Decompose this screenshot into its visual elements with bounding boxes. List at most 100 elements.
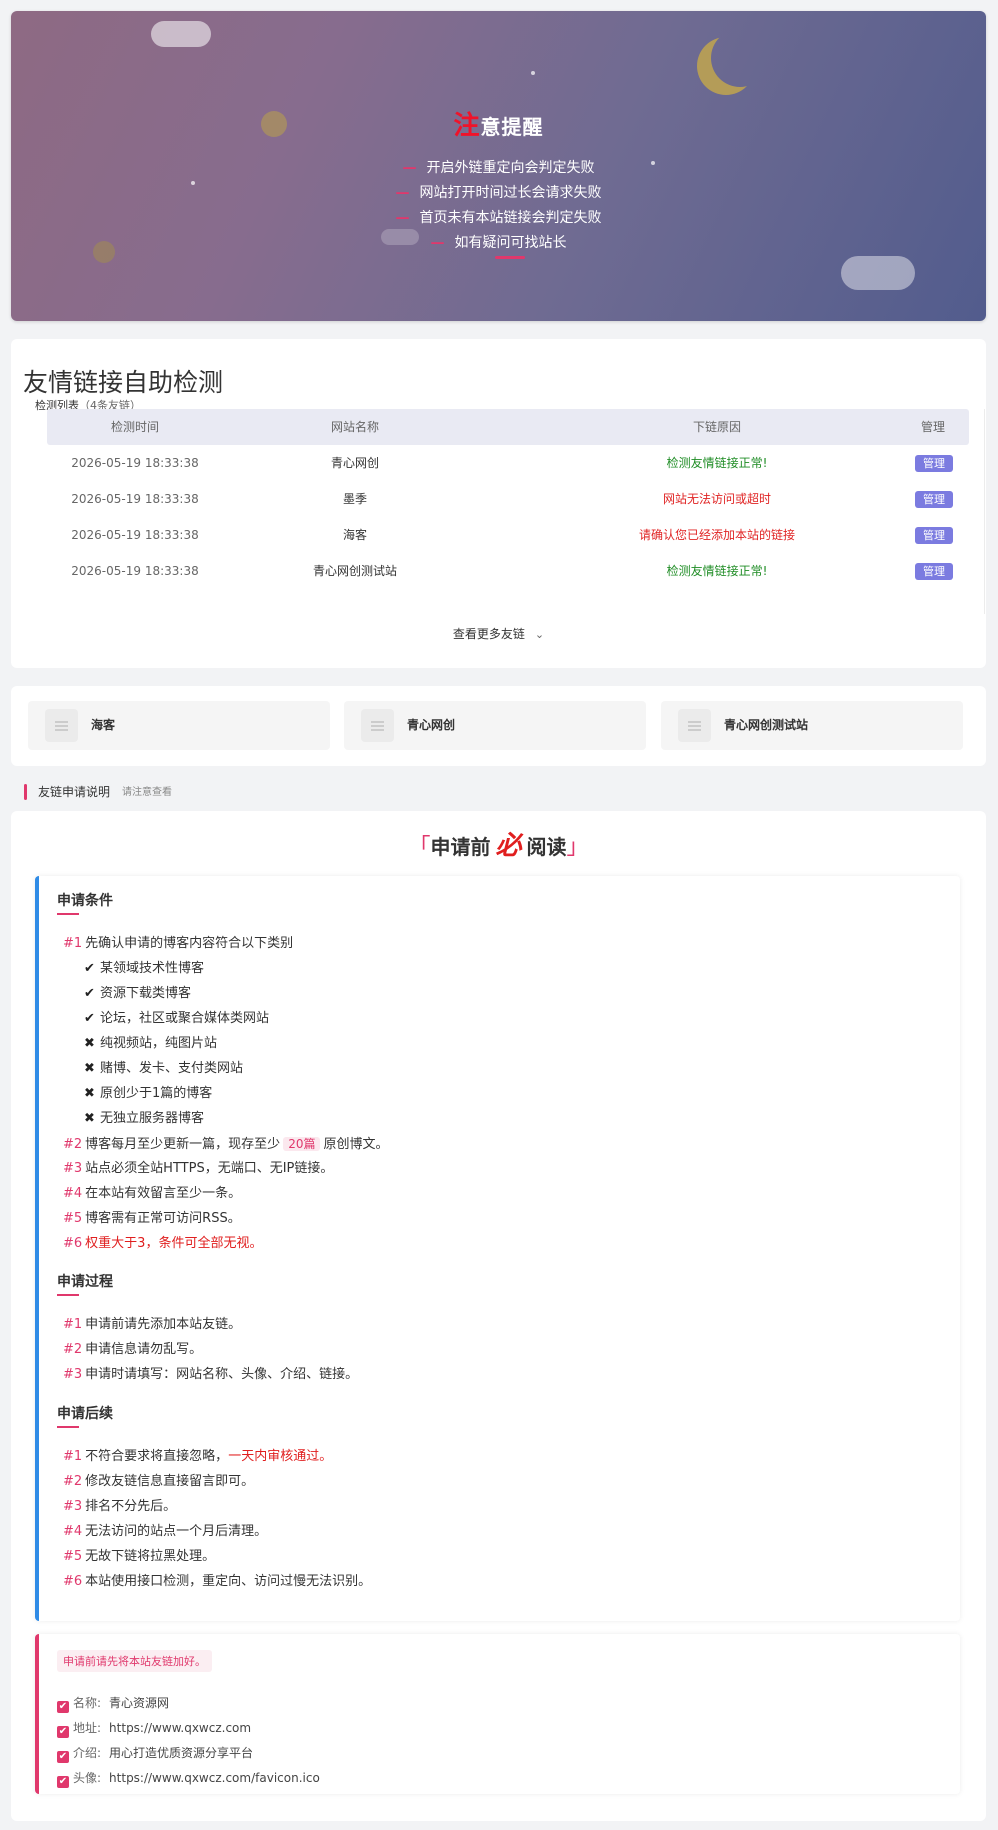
row-reason: 请确认您已经添加本站的链接 bbox=[638, 528, 795, 542]
chevron-down-icon: ⌄ bbox=[534, 628, 545, 641]
friend-link-tile[interactable]: 海客 bbox=[28, 701, 330, 750]
section-title: 友链申请说明 bbox=[38, 785, 111, 799]
rule-num: #1 bbox=[63, 1317, 83, 1332]
rule-line: #4 无法访问的站点一个月后清理。 bbox=[63, 1522, 267, 1542]
rule-num: #6 bbox=[63, 1574, 83, 1589]
followup-heading: 申请后续 bbox=[57, 1403, 113, 1428]
title-part-b: 阅读 bbox=[526, 835, 567, 859]
rule-num: #2 bbox=[63, 1342, 83, 1357]
apply-rules-card: 「申请前必阅读」 申请条件 #1 先确认申请的博客内容符合以下类别 ✔ 某领域技术性… bbox=[11, 811, 986, 1821]
rule-num: #2 bbox=[63, 1137, 83, 1152]
conditions-heading: 申请条件 bbox=[57, 890, 113, 915]
notice-title-rest: 意提醒 bbox=[480, 115, 544, 139]
info-label: 头像: bbox=[73, 1771, 102, 1785]
header-name: 网站名称 bbox=[330, 420, 379, 434]
row-name: 青心网创 bbox=[330, 456, 379, 470]
category-text: 纯视频站，纯图片站 bbox=[100, 1036, 218, 1051]
cross-icon: ✖ bbox=[84, 1086, 95, 1101]
rule-line: #2 申请信息请勿乱写。 bbox=[63, 1340, 202, 1360]
rule-line: #5 博客需有正常可访问RSS。 bbox=[63, 1209, 241, 1229]
bracket-right: 」 bbox=[566, 835, 589, 860]
manage-button[interactable]: 管理 bbox=[915, 527, 953, 544]
rule-line: #4 在本站有效留言至少一条。 bbox=[63, 1184, 241, 1204]
check-table: 检测时间 网站名称 下链原因 管理 2026-05-19 18:33:38 青心… bbox=[35, 409, 985, 614]
table-header: 检测时间 网站名称 下链原因 管理 bbox=[47, 409, 969, 445]
manage-button[interactable]: 管理 bbox=[915, 491, 953, 508]
cross-icon: ✖ bbox=[84, 1061, 95, 1076]
friend-link-tile[interactable]: 青心网创测试站 bbox=[661, 701, 963, 750]
notice-item: — 开启外链重定向会判定失败 bbox=[11, 156, 986, 181]
header-reason: 下链原因 bbox=[692, 420, 741, 434]
rule-num: #3 bbox=[63, 1367, 83, 1382]
notice-list: — 开启外链重定向会判定失败 — 网站打开时间过长会请求失败 — 首页未有本站链接会判… bbox=[11, 156, 986, 256]
friend-links-card: 海客 青心网创 青心网创测试站 bbox=[11, 686, 986, 766]
site-info-box: 申请前请先将本站友链加好。 ✔ 名称: 青心资源网 ✔ 地址: https://www.… bbox=[35, 1634, 960, 1794]
section-subtitle: 请注意查看 bbox=[122, 787, 172, 798]
rule-text: 在本站有效留言至少一条。 bbox=[85, 1186, 242, 1201]
header-time: 检测时间 bbox=[110, 420, 159, 434]
category-text: 无独立服务器博客 bbox=[100, 1111, 205, 1126]
notice-title-first-char: 注 bbox=[453, 111, 481, 141]
view-more-button[interactable]: 查看更多友链 ⌄ bbox=[11, 625, 986, 642]
notice-item: — 首页未有本站链接会判定失败 bbox=[11, 206, 986, 231]
rule-line: #6 本站使用接口检测，重定向、访问过慢无法识别。 bbox=[63, 1572, 371, 1592]
rules-box: 申请条件 #1 先确认申请的博客内容符合以下类别 ✔ 某领域技术性博客 ✔ 资源下载类… bbox=[35, 876, 960, 1621]
rule-text: 申请信息请勿乱写。 bbox=[85, 1342, 203, 1357]
cloud-decoration bbox=[151, 21, 211, 47]
rule-num: #3 bbox=[63, 1499, 83, 1514]
rule-text: 排名不分先后。 bbox=[85, 1499, 177, 1514]
rule-num: #5 bbox=[63, 1211, 83, 1226]
info-value: https://www.qxwcz.com/favicon.ico bbox=[109, 1771, 320, 1785]
count-chip: 20篇 bbox=[283, 1137, 321, 1151]
rule-num: #1 bbox=[63, 936, 83, 951]
rule-line: #2 博客每月至少更新一篇，现存至少 20篇 原创博文。 bbox=[63, 1134, 388, 1155]
site-logo-icon bbox=[361, 709, 394, 742]
category-text: 论坛，社区或聚合媒体类网站 bbox=[100, 1011, 270, 1026]
info-tip: 申请前请先将本站友链加好。 bbox=[57, 1650, 212, 1672]
notice-item: — 如有疑问可找站长 bbox=[11, 231, 986, 256]
rule-line: #2 修改友链信息直接留言即可。 bbox=[63, 1472, 254, 1492]
category-text: 赌博、发卡、支付类网站 bbox=[100, 1061, 244, 1076]
category-item: ✔ 某领域技术性博客 bbox=[84, 959, 204, 979]
rule-text: 本站使用接口检测，重定向、访问过慢无法识别。 bbox=[85, 1574, 372, 1589]
friend-link-tile[interactable]: 青心网创 bbox=[344, 701, 646, 750]
category-item: ✖ 赌博、发卡、支付类网站 bbox=[84, 1059, 243, 1079]
rule-text: 不符合要求将直接忽略， bbox=[85, 1449, 229, 1464]
category-item: ✔ 资源下载类博客 bbox=[84, 984, 191, 1004]
view-more-label: 查看更多友链 bbox=[452, 627, 525, 641]
row-name: 墨季 bbox=[342, 492, 367, 506]
row-reason: 检测友情链接正常! bbox=[666, 456, 768, 470]
header-manage: 管理 bbox=[920, 420, 945, 434]
rule-line: #3 申请时请填写：网站名称、头像、介绍、链接。 bbox=[63, 1365, 358, 1385]
dash-icon: — bbox=[395, 210, 410, 226]
rule-num: #6 bbox=[63, 1236, 83, 1251]
info-row-name: ✔ 名称: 青心资源网 bbox=[57, 1694, 169, 1713]
friend-link-name: 青心网创 bbox=[407, 718, 456, 732]
rule-num: #2 bbox=[63, 1474, 83, 1489]
rule-line: #1 不符合要求将直接忽略，一天内审核通过。 bbox=[63, 1447, 332, 1467]
rule-text: 无法访问的站点一个月后清理。 bbox=[85, 1524, 268, 1539]
rule-line: #1 申请前请先添加本站友链。 bbox=[63, 1315, 241, 1335]
manage-button[interactable]: 管理 bbox=[915, 455, 953, 472]
rule-text: 原创博文。 bbox=[323, 1137, 389, 1152]
category-item: ✖ 纯视频站，纯图片站 bbox=[84, 1034, 217, 1054]
table-row: 2026-05-19 18:33:38 墨季 网站无法访问或超时 管理 bbox=[47, 481, 969, 517]
rule-text-highlight: 权重大于3，条件可全部无视。 bbox=[85, 1236, 263, 1251]
link-check-card: 友情链接自助检测 检测列表（4条友链） 检测时间 网站名称 下链原因 管理 20… bbox=[11, 339, 986, 668]
rule-line: #5 无故下链将拉黑处理。 bbox=[63, 1547, 215, 1567]
dash-icon: — bbox=[402, 160, 417, 176]
friend-link-name: 青心网创测试站 bbox=[724, 718, 809, 732]
title-part-a: 申请前 bbox=[430, 835, 491, 859]
rule-text: 申请前请先添加本站友链。 bbox=[85, 1317, 242, 1332]
row-name: 海客 bbox=[342, 528, 367, 542]
page-title: 友情链接自助检测 bbox=[23, 368, 224, 397]
manage-button[interactable]: 管理 bbox=[915, 563, 953, 580]
row-time: 2026-05-19 18:33:38 bbox=[71, 492, 199, 506]
rule-num: #4 bbox=[63, 1524, 83, 1539]
row-time: 2026-05-19 18:33:38 bbox=[71, 528, 199, 542]
rule-line: #1 先确认申请的博客内容符合以下类别 bbox=[63, 934, 293, 954]
checkbox-icon: ✔ bbox=[57, 1751, 69, 1763]
info-value: https://www.qxwcz.com bbox=[109, 1721, 252, 1735]
rule-text: 修改友链信息直接留言即可。 bbox=[85, 1474, 255, 1489]
followup-heading-text: 申请后续 bbox=[57, 1406, 113, 1422]
